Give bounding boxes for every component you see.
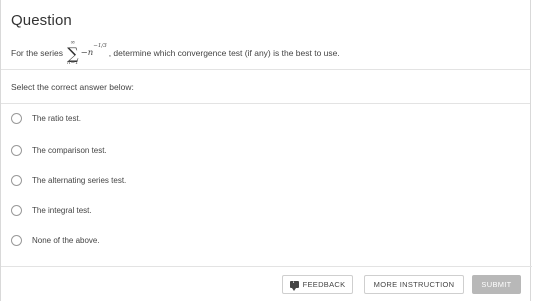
answer-instruction: Select the correct answer below: <box>1 70 530 104</box>
answer-option-label: None of the above. <box>32 235 100 245</box>
answer-option[interactable]: The comparison test. <box>1 136 532 164</box>
submit-label: SUBMIT <box>481 280 512 289</box>
series-term: −n−1/3 <box>80 43 107 58</box>
radio-button[interactable] <box>11 144 22 156</box>
sigma-symbol: ∑ <box>67 43 79 63</box>
series-lower-limit: n=1 <box>66 59 79 66</box>
more-instruction-button[interactable]: MORE INSTRUCTION <box>364 275 464 294</box>
answer-option[interactable]: The alternating series test. <box>1 166 532 194</box>
series-notation: ∞ ∑ n=1 <box>66 39 79 67</box>
feedback-icon <box>289 279 299 291</box>
feedback-button-label: FEEDBACK <box>302 280 346 289</box>
more-instruction-label: MORE INSTRUCTION <box>373 280 455 289</box>
prompt-text-before: For the series <box>11 48 63 58</box>
question-prompt: For the series ∞ ∑ n=1 −n−1/3 , determin… <box>11 38 340 68</box>
answer-option[interactable]: None of the above. <box>1 226 532 254</box>
answer-option[interactable]: The integral test. <box>1 196 532 224</box>
answer-option-label: The comparison test. <box>32 145 107 155</box>
series-term-exponent: −1/3 <box>93 42 107 49</box>
feedback-button[interactable]: FEEDBACK <box>282 275 353 294</box>
radio-button[interactable] <box>11 204 22 216</box>
answer-option-label: The ratio test. <box>32 113 81 123</box>
answer-option-label: The integral test. <box>32 205 92 215</box>
radio-button[interactable] <box>11 174 22 186</box>
series-term-base: −n <box>80 47 94 58</box>
question-header: Question For the series ∞ ∑ n=1 −n−1/3 ,… <box>1 0 530 70</box>
prompt-text-after: , determine which convergence test (if a… <box>108 48 340 58</box>
radio-button[interactable] <box>11 112 22 124</box>
question-panel: Question For the series ∞ ∑ n=1 −n−1/3 ,… <box>0 0 532 301</box>
action-bar: FEEDBACK MORE INSTRUCTION SUBMIT <box>1 266 532 301</box>
page-title: Question <box>11 12 72 29</box>
radio-button[interactable] <box>11 234 22 246</box>
submit-button[interactable]: SUBMIT <box>472 275 521 294</box>
answer-option-label: The alternating series test. <box>32 175 127 185</box>
answer-option[interactable]: The ratio test. <box>1 104 532 132</box>
